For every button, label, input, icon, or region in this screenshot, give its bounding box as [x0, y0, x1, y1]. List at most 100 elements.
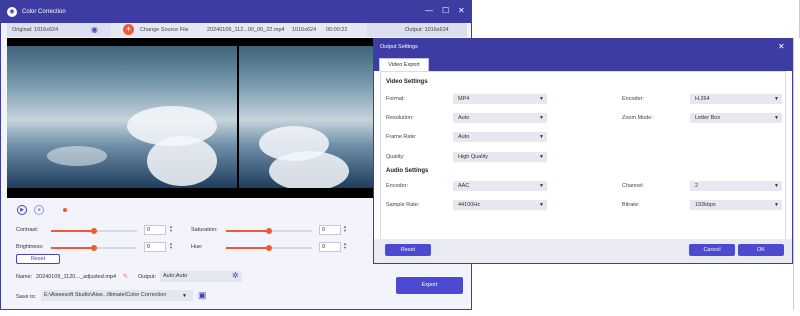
- bitrate-select[interactable]: 192kbps ▼: [690, 200, 782, 210]
- encoder-value: H.264: [695, 96, 710, 102]
- audio-settings-heading: Audio Settings: [386, 168, 429, 174]
- bitrate-label: Bitrate:: [622, 202, 640, 208]
- zoom-mode-value: Letter Box: [695, 115, 721, 121]
- settings-panel: Video Settings Format: MP4 ▼ Encoder: H.2…: [380, 71, 786, 261]
- stop-icon[interactable]: ■: [34, 205, 44, 215]
- sample-rate-select[interactable]: 44100Hz ▼: [453, 200, 547, 210]
- chevron-down-icon: ▼: [539, 202, 544, 208]
- app-logo-icon: ◉: [7, 7, 17, 17]
- contrast-input[interactable]: 0: [144, 225, 166, 235]
- hue-knob[interactable]: [266, 245, 272, 251]
- chevron-down-icon: ▼: [539, 154, 544, 160]
- dialog-ok-button[interactable]: OK: [738, 244, 784, 256]
- dialog-cancel-button[interactable]: Cancel: [689, 244, 735, 256]
- hue-spinner[interactable]: ▲ ▼: [343, 242, 347, 250]
- save-path-select[interactable]: E:\Aiseesoft Studio\Aise...lltimate\Colo…: [41, 290, 193, 301]
- audio-encoder-select[interactable]: AAC ▼: [453, 181, 547, 191]
- quality-select[interactable]: High Quality ▼: [453, 152, 547, 162]
- chevron-down-icon: ▼: [539, 134, 544, 140]
- video-settings-heading: Video Settings: [386, 79, 428, 85]
- play-icon[interactable]: ▶: [17, 205, 27, 215]
- close-button[interactable]: ✕: [458, 6, 465, 15]
- window-title: Color Correction: [22, 9, 66, 15]
- saturation-slider[interactable]: [226, 228, 312, 234]
- chevron-down-icon: ▼: [774, 96, 779, 102]
- resolution-value: Auto: [458, 115, 470, 121]
- chevron-down-icon: ▼: [774, 115, 779, 121]
- add-icon[interactable]: +: [123, 24, 134, 35]
- hue-input[interactable]: 0: [319, 242, 341, 252]
- chevron-down-icon: ▼: [539, 96, 544, 102]
- edit-name-icon[interactable]: ✎: [123, 273, 128, 280]
- chevron-down-icon: ▼: [774, 202, 779, 208]
- saturation-label: Saturation:: [191, 227, 218, 233]
- saturation-input[interactable]: 0: [319, 225, 341, 235]
- save-to-label: Save to:: [16, 294, 37, 300]
- original-preview: [7, 46, 237, 188]
- tab-video-export[interactable]: Video Export: [379, 58, 429, 71]
- dialog-reset-button[interactable]: Reset: [385, 244, 431, 256]
- audio-encoder-label: Encoder:: [386, 183, 409, 189]
- bitrate-value: 192kbps: [695, 202, 716, 208]
- saturation-knob[interactable]: [266, 228, 272, 234]
- maximize-button[interactable]: ☐: [442, 6, 449, 15]
- hue-label: Hue:: [191, 244, 203, 250]
- channel-value: 2: [695, 183, 699, 189]
- output-size-box: Output: 1016x624: [367, 23, 467, 37]
- chevron-down-icon: ▼: [774, 183, 779, 189]
- frame-rate-value: Auto: [458, 134, 470, 140]
- dialog-title: Output Settings: [374, 39, 792, 55]
- contrast-spinner[interactable]: ▲ ▼: [169, 225, 173, 233]
- brightness-label: Brightness:: [16, 244, 44, 250]
- background-window: [472, 0, 800, 38]
- zoom-mode-label: Zoom Mode:: [622, 115, 653, 121]
- encoder-label: Encoder:: [622, 96, 645, 102]
- name-label: Name:: [16, 274, 33, 280]
- brightness-knob[interactable]: [91, 245, 97, 251]
- output-size-label: Output: 1016x624: [405, 27, 449, 33]
- chevron-down-icon: ▼: [539, 183, 544, 189]
- resolution-label: Resolution:: [386, 115, 414, 121]
- resolution-select[interactable]: Auto ▼: [453, 113, 547, 123]
- sample-rate-label: Sample Rate:: [386, 202, 420, 208]
- dialog-footer: Reset Cancel OK: [374, 239, 792, 263]
- channel-select[interactable]: 2 ▼: [690, 181, 782, 191]
- adjust-reset-button[interactable]: Reset: [16, 254, 60, 264]
- original-size-label: Original: 1016x624: [12, 27, 59, 33]
- brightness-slider[interactable]: [51, 245, 137, 251]
- quality-value: High Quality: [458, 154, 488, 160]
- brightness-spinner[interactable]: ▲ ▼: [169, 242, 173, 250]
- brightness-input[interactable]: 0: [144, 242, 166, 252]
- dialog-close-icon[interactable]: ✕: [778, 42, 785, 51]
- background-window-edge: [793, 38, 800, 310]
- minimize-button[interactable]: —: [425, 6, 433, 15]
- encoder-select[interactable]: H.264 ▼: [690, 94, 782, 104]
- adjusted-preview: [239, 46, 373, 188]
- save-path-dropdown-icon[interactable]: ▼: [182, 293, 187, 299]
- frame-rate-select[interactable]: Auto ▼: [453, 132, 547, 142]
- channel-label: Channel:: [622, 183, 645, 189]
- contrast-label: Contrast:: [16, 227, 39, 233]
- saturation-spinner[interactable]: ▲ ▼: [343, 225, 347, 233]
- output-filename: 20240109_1120..._adjusted.mp4: [36, 274, 117, 280]
- frame-rate-label: Frame Rate:: [386, 134, 417, 140]
- contrast-slider[interactable]: [51, 228, 137, 234]
- hue-slider[interactable]: [226, 245, 312, 251]
- eye-icon[interactable]: ◉: [91, 25, 98, 34]
- export-button[interactable]: Export: [396, 277, 463, 294]
- output-format-field: Auto;Auto: [160, 271, 242, 282]
- info-bar: Original: 1016x624 ◉ + Change Source Fil…: [7, 23, 467, 37]
- open-folder-icon[interactable]: ▣: [198, 290, 207, 301]
- zoom-mode-select[interactable]: Letter Box ▼: [690, 113, 782, 123]
- quality-label: Quality:: [386, 154, 405, 160]
- output-settings-dialog: Output Settings ✕ Video Export Video Set…: [373, 38, 793, 264]
- format-select[interactable]: MP4 ▼: [453, 94, 547, 104]
- source-filename: 20240109_112...00_00_22.mp4: [207, 27, 285, 33]
- progress-handle[interactable]: [63, 208, 67, 212]
- source-duration: 00:00:22: [326, 27, 348, 33]
- change-source-button[interactable]: Change Source File: [140, 27, 189, 33]
- audio-encoder-value: AAC: [458, 183, 470, 189]
- sample-rate-value: 44100Hz: [458, 202, 481, 208]
- settings-gear-icon[interactable]: ✲: [232, 271, 239, 280]
- contrast-knob[interactable]: [91, 228, 97, 234]
